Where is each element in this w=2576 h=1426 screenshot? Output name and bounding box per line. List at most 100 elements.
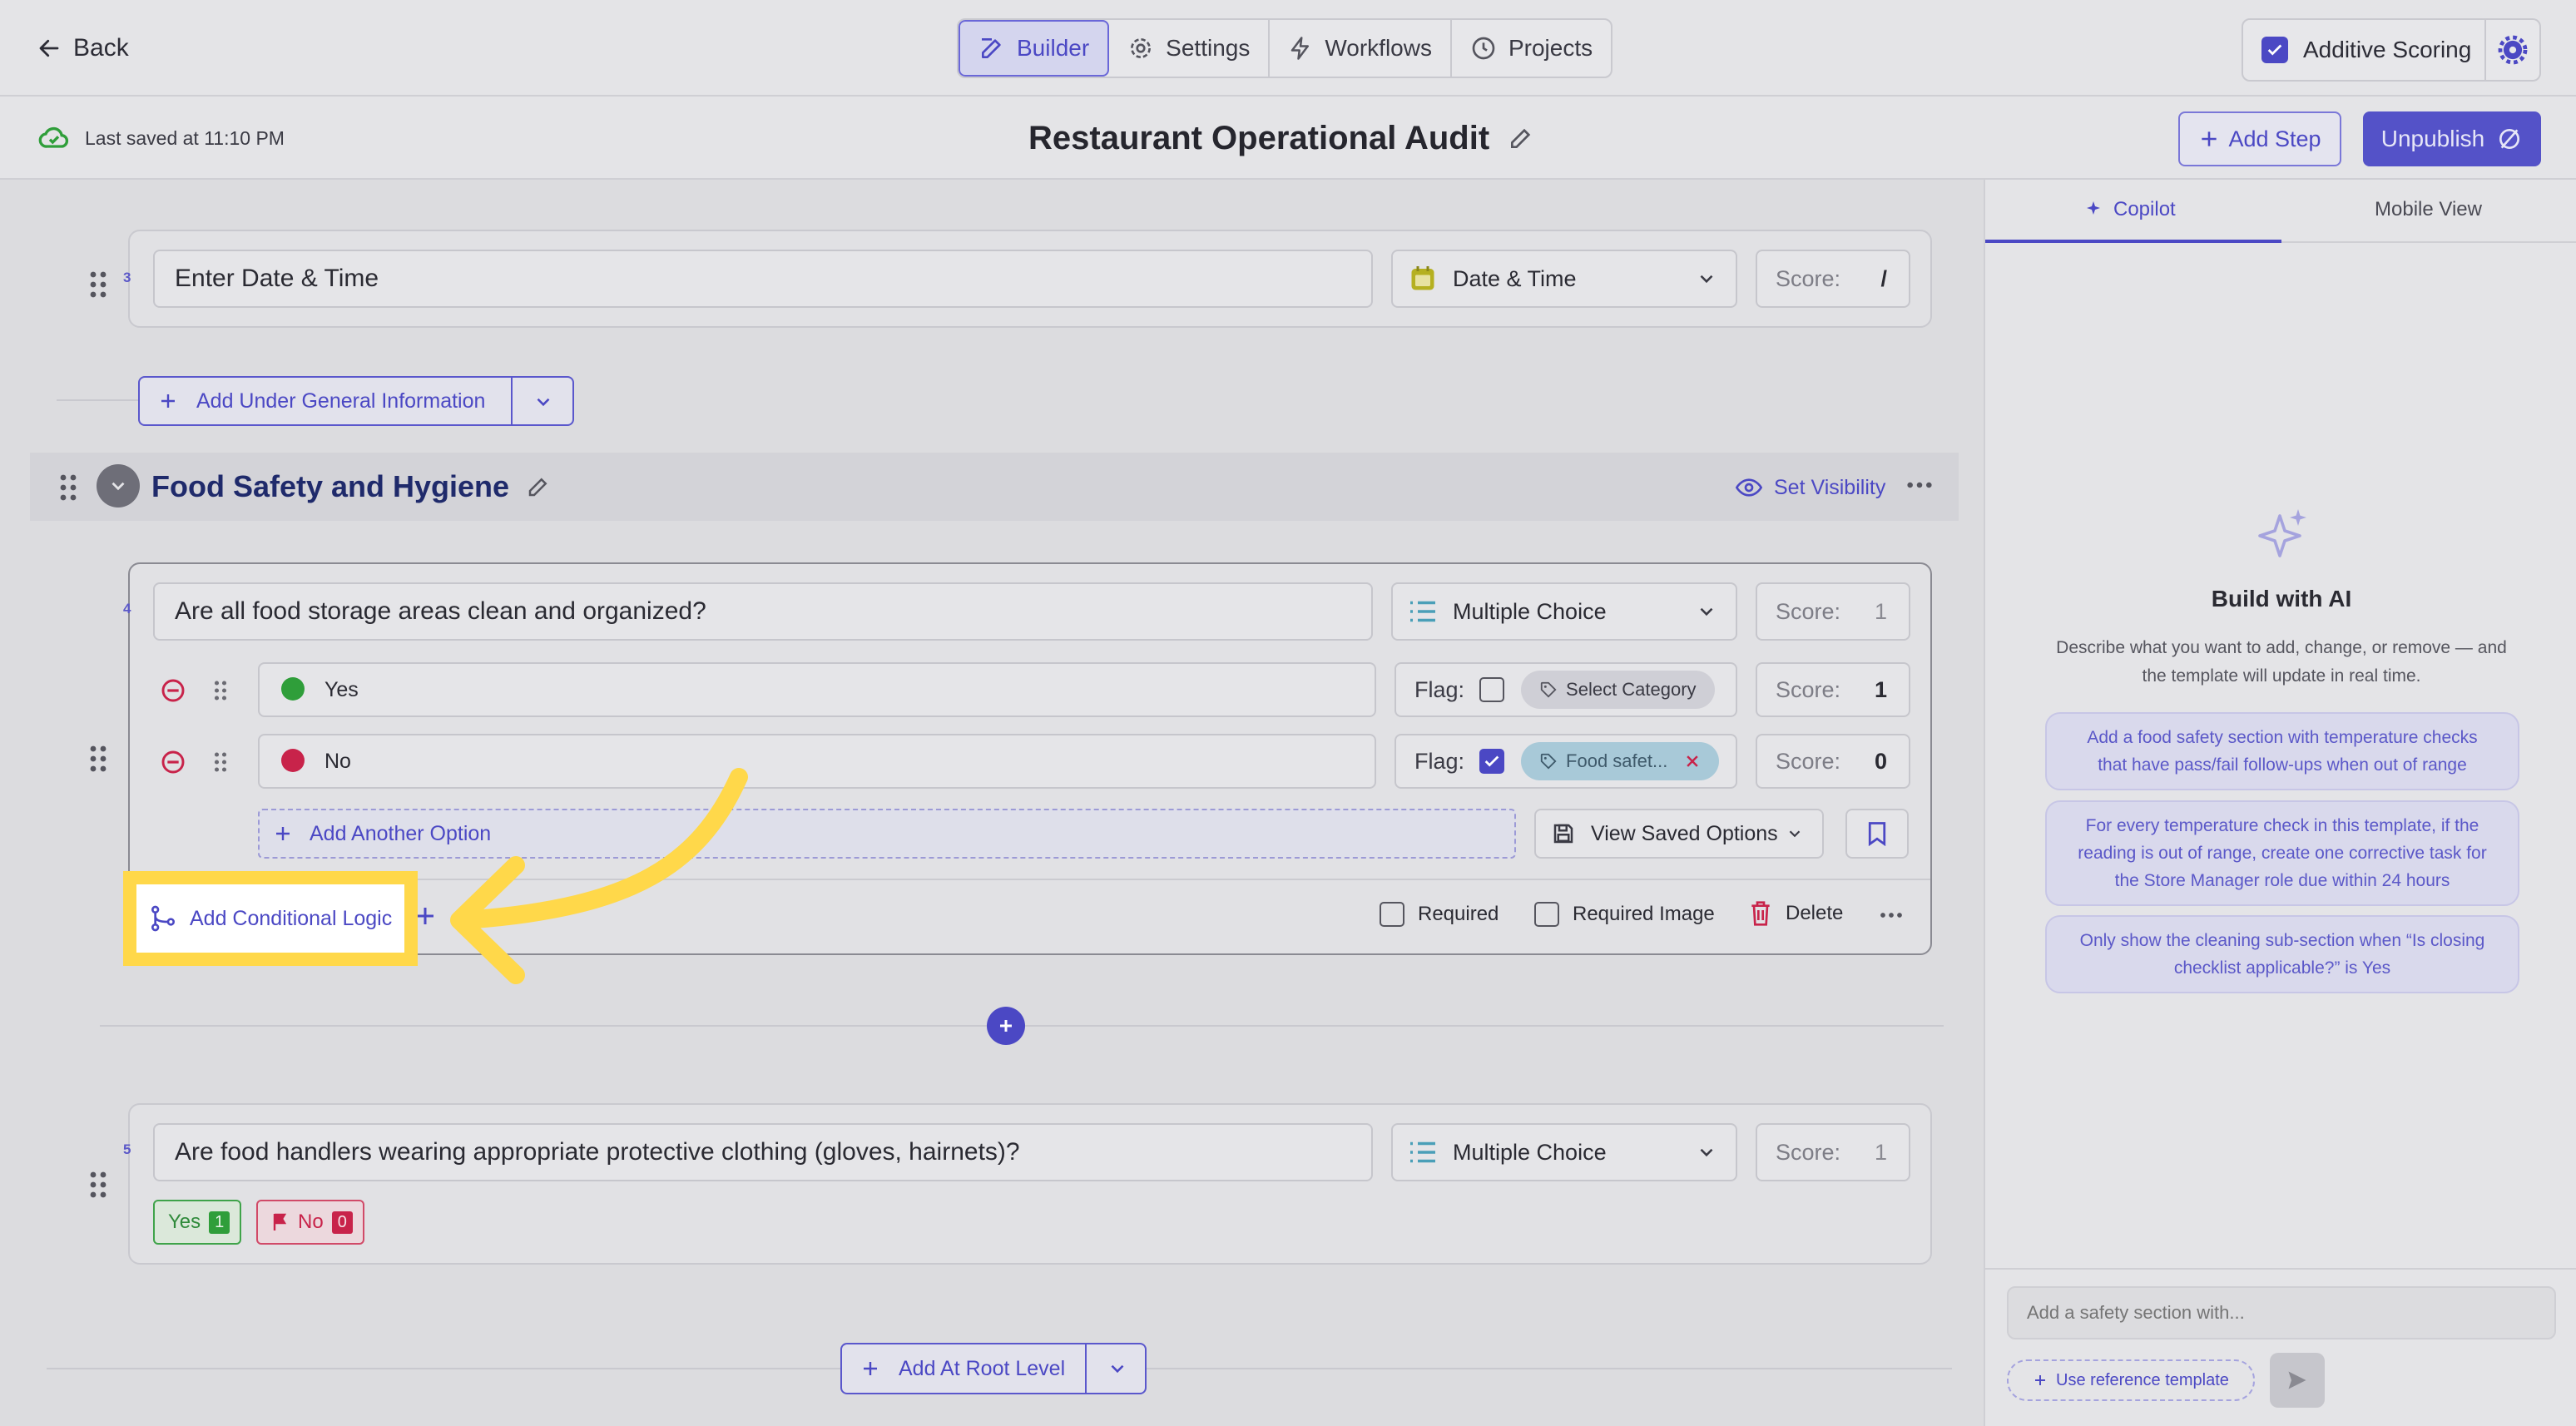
panel-tab-copilot[interactable]: Copilot	[1985, 180, 2281, 243]
drag-handle-icon[interactable]	[88, 744, 108, 774]
more-icon[interactable]	[1905, 479, 1934, 491]
required-toggle[interactable]: Required	[1380, 902, 1499, 927]
bookmark-button[interactable]	[1845, 809, 1909, 859]
more-icon[interactable]	[1879, 910, 1904, 920]
add-at-root-button[interactable]: Add At Root Level	[840, 1343, 1147, 1394]
suggestion-chip[interactable]: For every temperature check in this temp…	[2045, 800, 2519, 906]
chevron-down-icon	[1700, 607, 1713, 616]
trash-icon	[1751, 901, 1770, 926]
description-line: Describe what you want to add, change, o…	[2056, 638, 2507, 657]
question-number: 5	[123, 1141, 131, 1157]
section-header: Food Safety and Hygiene Set Visibility	[30, 453, 1959, 521]
suggestion-line: checklist applicable?” is Yes	[2173, 958, 2391, 978]
question-type-label: Multiple Choice	[1453, 598, 1607, 624]
option-score-field[interactable]: Score: 0	[1756, 734, 1910, 789]
suggestion-line: reading is out of range, create one corr…	[2078, 844, 2487, 863]
question-type-select[interactable]: Date & Time	[1391, 250, 1737, 308]
plus-icon	[161, 394, 175, 408]
tab-settings[interactable]: Settings	[1109, 20, 1271, 77]
panel-footer-divider	[1985, 1268, 2576, 1270]
question-type-select[interactable]: Multiple Choice	[1391, 1123, 1737, 1181]
question-type-select[interactable]: Multiple Choice	[1391, 582, 1737, 641]
plus-icon	[1000, 1020, 1012, 1032]
chevron-down-icon[interactable]	[1107, 1358, 1128, 1379]
question-text-input[interactable]: Enter Date & Time	[153, 250, 1373, 308]
calendar-icon	[1411, 266, 1434, 290]
select-category-button[interactable]: Select Category	[1521, 671, 1715, 709]
pencil-icon[interactable]	[1508, 125, 1534, 151]
required-checkbox[interactable]	[1380, 902, 1404, 927]
question-text-input[interactable]: Are all food storage areas clean and org…	[153, 582, 1373, 641]
close-icon[interactable]	[1684, 753, 1701, 770]
suggestion-chip[interactable]: Only show the cleaning sub-section when …	[2045, 915, 2519, 993]
view-saved-options-select[interactable]: View Saved Options	[1534, 809, 1824, 859]
required-image-toggle[interactable]: Required Image	[1534, 902, 1715, 927]
add-conditional-logic-button[interactable]: Add Conditional Logic	[136, 884, 404, 953]
score-field[interactable]: Score: 1	[1756, 1123, 1910, 1181]
pencil-icon[interactable]	[526, 474, 551, 499]
flag-checkbox[interactable]	[1479, 749, 1505, 774]
scoring-settings-button[interactable]	[2484, 20, 2539, 80]
divider-line	[57, 399, 140, 401]
chip-label: No	[298, 1211, 324, 1233]
main-nav-tabs: Builder Settings Workflows Projects	[957, 18, 1613, 78]
unpublish-label: Unpublish	[2380, 126, 2485, 151]
score-value: 1	[1874, 598, 1887, 624]
additive-scoring-checkbox[interactable]	[2261, 37, 2288, 63]
drag-handle-icon[interactable]	[213, 750, 228, 774]
option-input-yes[interactable]: Yes	[258, 662, 1376, 717]
option-input-no[interactable]: No	[258, 734, 1376, 789]
panel-tab-mobile-view[interactable]: Mobile View	[2281, 180, 2576, 243]
send-button[interactable]	[2270, 1353, 2325, 1408]
builder-canvas: 3 Enter Date & Time Date & Time Score: /…	[30, 180, 1959, 1426]
page-title: Restaurant Operational Audit	[1028, 115, 1534, 161]
remove-option-icon[interactable]	[160, 749, 186, 775]
collapse-section-button[interactable]	[97, 464, 140, 508]
tab-projects[interactable]: Projects	[1452, 20, 1611, 77]
flag-checkbox[interactable]	[1479, 677, 1505, 702]
score-label: Score:	[1776, 265, 1841, 291]
chevron-down-icon[interactable]	[533, 391, 554, 413]
category-chip[interactable]: Food safet...	[1521, 742, 1720, 780]
split-divider	[1085, 1344, 1087, 1393]
option-color-dot[interactable]	[281, 749, 305, 772]
set-visibility-button[interactable]: Set Visibility	[1736, 471, 1885, 504]
drag-handle-icon[interactable]	[58, 473, 78, 503]
question-text-input[interactable]: Are food handlers wearing appropriate pr…	[153, 1123, 1373, 1181]
tab-builder[interactable]: Builder	[959, 20, 1110, 77]
delete-question-button[interactable]: Delete	[1749, 900, 1843, 927]
score-field[interactable]: Score: /	[1756, 250, 1910, 308]
flag-label: Flag:	[1414, 676, 1465, 702]
list-icon	[1410, 601, 1435, 622]
suggestion-chip[interactable]: Add a food safety section with temperatu…	[2045, 712, 2519, 790]
category-label: Food safet...	[1566, 750, 1668, 771]
score-value: 0	[1874, 748, 1887, 774]
answer-chip-yes: Yes 1	[153, 1200, 242, 1245]
chevron-down-icon	[111, 482, 125, 491]
tab-workflows[interactable]: Workflows	[1270, 20, 1452, 77]
use-reference-template-button[interactable]: Use reference template	[2007, 1359, 2255, 1401]
required-image-checkbox[interactable]	[1534, 902, 1559, 927]
insert-question-button[interactable]	[987, 1007, 1025, 1045]
additive-scoring-toggle[interactable]: Additive Scoring	[2242, 18, 2541, 82]
remove-option-icon[interactable]	[160, 677, 186, 704]
back-button[interactable]: Back	[37, 28, 129, 68]
option-score-field[interactable]: Score: 1	[1756, 662, 1910, 717]
drag-handle-icon[interactable]	[88, 270, 108, 300]
add-under-general-button[interactable]: Add Under General Information	[138, 376, 574, 426]
suggestion-line: the Store Manager role due within 24 hou…	[2114, 871, 2450, 890]
option-color-dot[interactable]	[281, 677, 305, 701]
send-icon	[2288, 1371, 2306, 1389]
clock-icon	[1472, 37, 1495, 60]
drag-handle-icon[interactable]	[88, 1170, 108, 1200]
score-field[interactable]: Score: 1	[1756, 582, 1910, 641]
save-status: Last saved at 11:10 PM	[37, 121, 285, 155]
add-step-button[interactable]: Add Step	[2178, 111, 2341, 166]
flag-control-yes: Flag: Select Category	[1395, 662, 1737, 717]
plus-icon	[864, 1362, 877, 1375]
unpublish-button[interactable]: Unpublish	[2363, 111, 2541, 166]
copilot-input[interactable]	[2007, 1286, 2556, 1339]
drag-handle-icon[interactable]	[213, 679, 228, 702]
question-type-label: Date & Time	[1453, 265, 1577, 291]
add-root-label: Add At Root Level	[899, 1356, 1066, 1380]
